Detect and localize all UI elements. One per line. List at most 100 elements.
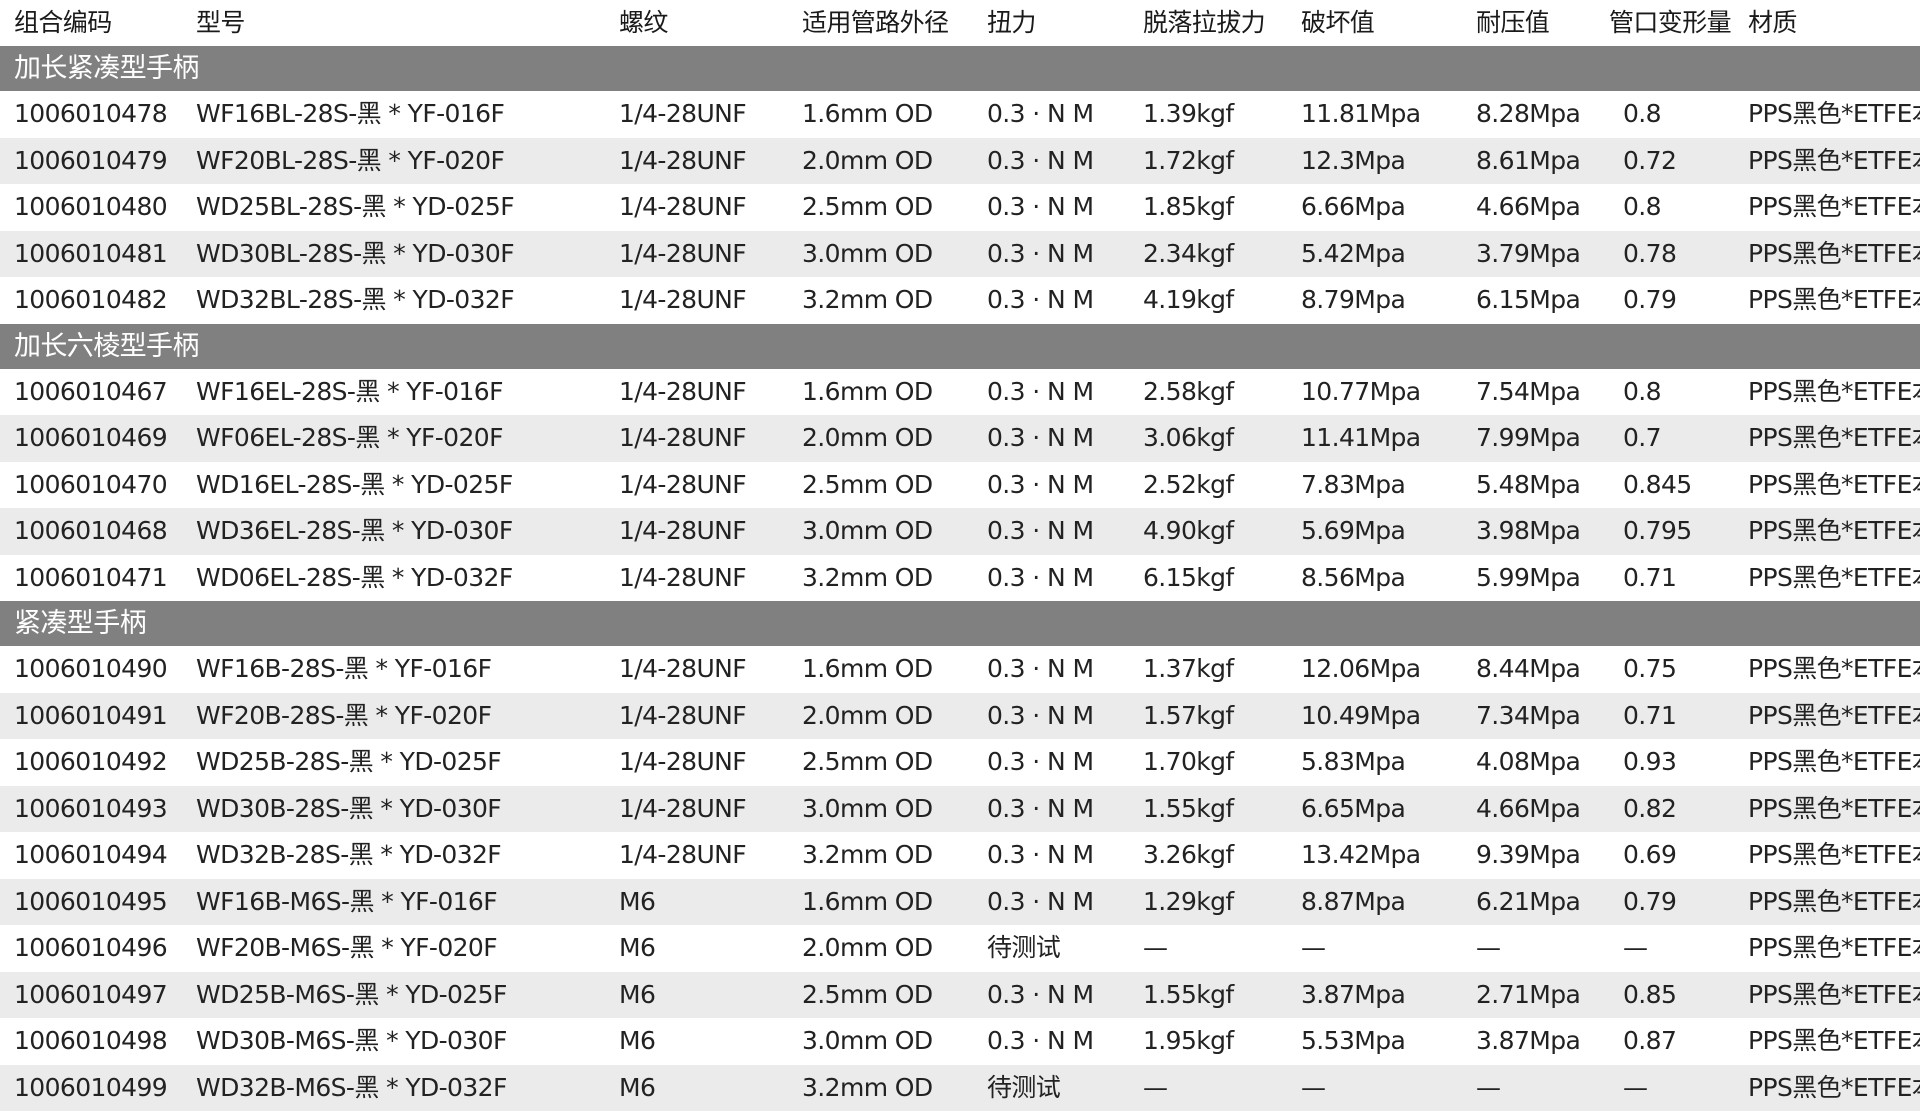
table-header: 组合编码 型号 螺纹 适用管路外径 扭力 脱落拉拔力 破坏值 耐压值 管口变形量… — [0, 0, 1920, 46]
cell-model: WD30B-M6S-黑 * YD-030F — [182, 1018, 605, 1065]
cell-pressure: 4.66Mpa — [1462, 184, 1595, 231]
cell-model: WF20B-M6S-黑 * YF-020F — [182, 925, 605, 972]
cell-material: PPS黑色*ETFE本色 — [1734, 230, 1920, 277]
cell-torque: 0.3 · N M — [973, 277, 1129, 324]
cell-thread: M6 — [605, 1064, 788, 1111]
cell-tube-od: 3.0mm OD — [788, 230, 973, 277]
cell-torque: 0.3 · N M — [973, 184, 1129, 231]
cell-torque: 0.3 · N M — [973, 878, 1129, 925]
cell-model: WF16B-28S-黑 * YF-016F — [182, 646, 605, 693]
cell-tube-od: 1.6mm OD — [788, 646, 973, 693]
cell-torque: 0.3 · N M — [973, 832, 1129, 879]
cell-deformation: 0.8 — [1595, 184, 1734, 231]
cell-code: 1006010497 — [0, 971, 182, 1018]
cell-torque: 0.3 · N M — [973, 368, 1129, 415]
cell-deformation: 0.795 — [1595, 508, 1734, 555]
cell-code: 1006010479 — [0, 137, 182, 184]
cell-model: WD32B-28S-黑 * YD-032F — [182, 832, 605, 879]
table-row: 1006010493 WD30B-28S-黑 * YD-030F 1/4-28UNF… — [0, 785, 1920, 832]
cell-burst: 11.81Mpa — [1287, 91, 1462, 138]
cell-material: PPS黑色*ETFE本色 — [1734, 878, 1920, 925]
header-pressure: 耐压值 — [1476, 8, 1550, 37]
cell-torque: 0.3 · N M — [973, 415, 1129, 462]
cell-material: PPS黑色*ETFE本色 — [1734, 368, 1920, 415]
cell-code: 1006010495 — [0, 878, 182, 925]
cell-deformation: — — [1595, 1064, 1734, 1111]
cell-thread: 1/4-28UNF — [605, 368, 788, 415]
cell-model: WF16BL-28S-黑 * YF-016F — [182, 91, 605, 138]
cell-thread: 1/4-28UNF — [605, 91, 788, 138]
cell-pullout-force: 2.58kgf — [1129, 368, 1287, 415]
cell-burst: 7.83Mpa — [1287, 461, 1462, 508]
cell-torque: 0.3 · N M — [973, 971, 1129, 1018]
cell-pullout-force: 4.90kgf — [1129, 508, 1287, 555]
cell-pullout-force: 1.85kgf — [1129, 184, 1287, 231]
cell-burst: 5.83Mpa — [1287, 739, 1462, 786]
cell-tube-od: 3.2mm OD — [788, 277, 973, 324]
table-row: 1006010478 WF16BL-28S-黑 * YF-016F 1/4-28UN… — [0, 91, 1920, 138]
cell-torque: 0.3 · N M — [973, 137, 1129, 184]
table-row: 1006010497 WD25B-M6S-黑 * YD-025F M6 2.5mm O… — [0, 971, 1920, 1018]
cell-model: WF20B-28S-黑 * YF-020F — [182, 692, 605, 739]
cell-code: 1006010493 — [0, 785, 182, 832]
cell-pressure: 7.54Mpa — [1462, 368, 1595, 415]
table-row: 1006010468 WD36EL-28S-黑 * YD-030F 1/4-28UN… — [0, 508, 1920, 555]
cell-burst: 12.3Mpa — [1287, 137, 1462, 184]
table-row: 1006010498 WD30B-M6S-黑 * YD-030F M6 3.0mm O… — [0, 1018, 1920, 1065]
cell-code: 1006010471 — [0, 554, 182, 601]
cell-thread: M6 — [605, 878, 788, 925]
cell-pullout-force: 3.26kgf — [1129, 832, 1287, 879]
cell-burst: 3.87Mpa — [1287, 971, 1462, 1018]
cell-model: WD32B-M6S-黑 * YD-032F — [182, 1064, 605, 1111]
cell-code: 1006010478 — [0, 91, 182, 138]
cell-pullout-force: 1.95kgf — [1129, 1018, 1287, 1065]
cell-material: PPS黑色*ETFE本色 — [1734, 832, 1920, 879]
cell-tube-od: 1.6mm OD — [788, 878, 973, 925]
cell-material: PPS黑色*ETFE本色 — [1734, 739, 1920, 786]
cell-pressure: 9.39Mpa — [1462, 832, 1595, 879]
cell-thread: 1/4-28UNF — [605, 832, 788, 879]
cell-tube-od: 2.5mm OD — [788, 461, 973, 508]
cell-burst: 8.87Mpa — [1287, 878, 1462, 925]
cell-code: 1006010498 — [0, 1018, 182, 1065]
cell-tube-od: 2.5mm OD — [788, 184, 973, 231]
header-burst: 破坏值 — [1301, 8, 1375, 37]
cell-model: WD06EL-28S-黑 * YD-032F — [182, 554, 605, 601]
header-pullout-force: 脱落拉拔力 — [1143, 8, 1266, 37]
table-row: 1006010469 WF06EL-28S-黑 * YF-020F 1/4-28UN… — [0, 415, 1920, 462]
cell-thread: 1/4-28UNF — [605, 739, 788, 786]
cell-pressure: — — [1462, 925, 1595, 972]
cell-code: 1006010490 — [0, 646, 182, 693]
cell-torque: 0.3 · N M — [973, 785, 1129, 832]
cell-thread: 1/4-28UNF — [605, 692, 788, 739]
header-material: 材质 — [1748, 8, 1797, 37]
cell-pullout-force: 6.15kgf — [1129, 554, 1287, 601]
cell-torque: 0.3 · N M — [973, 461, 1129, 508]
cell-code: 1006010494 — [0, 832, 182, 879]
cell-torque: 0.3 · N M — [973, 1018, 1129, 1065]
cell-pressure: 8.44Mpa — [1462, 646, 1595, 693]
cell-tube-od: 3.0mm OD — [788, 508, 973, 555]
cell-material: PPS黑色*ETFE本色 — [1734, 415, 1920, 462]
group-header-row: 紧凑型手柄 — [0, 601, 1920, 646]
cell-burst: 5.53Mpa — [1287, 1018, 1462, 1065]
cell-tube-od: 2.5mm OD — [788, 739, 973, 786]
cell-torque: 0.3 · N M — [973, 646, 1129, 693]
cell-burst: 6.66Mpa — [1287, 184, 1462, 231]
header-torque: 扭力 — [987, 8, 1036, 37]
cell-tube-od: 3.0mm OD — [788, 1018, 973, 1065]
cell-thread: 1/4-28UNF — [605, 415, 788, 462]
cell-torque: 0.3 · N M — [973, 91, 1129, 138]
cell-burst: 6.65Mpa — [1287, 785, 1462, 832]
table-row: 1006010494 WD32B-28S-黑 * YD-032F 1/4-28UNF… — [0, 832, 1920, 879]
cell-tube-od: 3.0mm OD — [788, 785, 973, 832]
cell-pullout-force: 3.06kgf — [1129, 415, 1287, 462]
cell-pressure: 4.66Mpa — [1462, 785, 1595, 832]
cell-tube-od: 2.0mm OD — [788, 415, 973, 462]
cell-pressure: 7.34Mpa — [1462, 692, 1595, 739]
cell-model: WD25B-28S-黑 * YD-025F — [182, 739, 605, 786]
cell-code: 1006010467 — [0, 368, 182, 415]
cell-pressure: 8.61Mpa — [1462, 137, 1595, 184]
cell-torque: 待测试 — [973, 1064, 1129, 1111]
cell-tube-od: 2.0mm OD — [788, 692, 973, 739]
